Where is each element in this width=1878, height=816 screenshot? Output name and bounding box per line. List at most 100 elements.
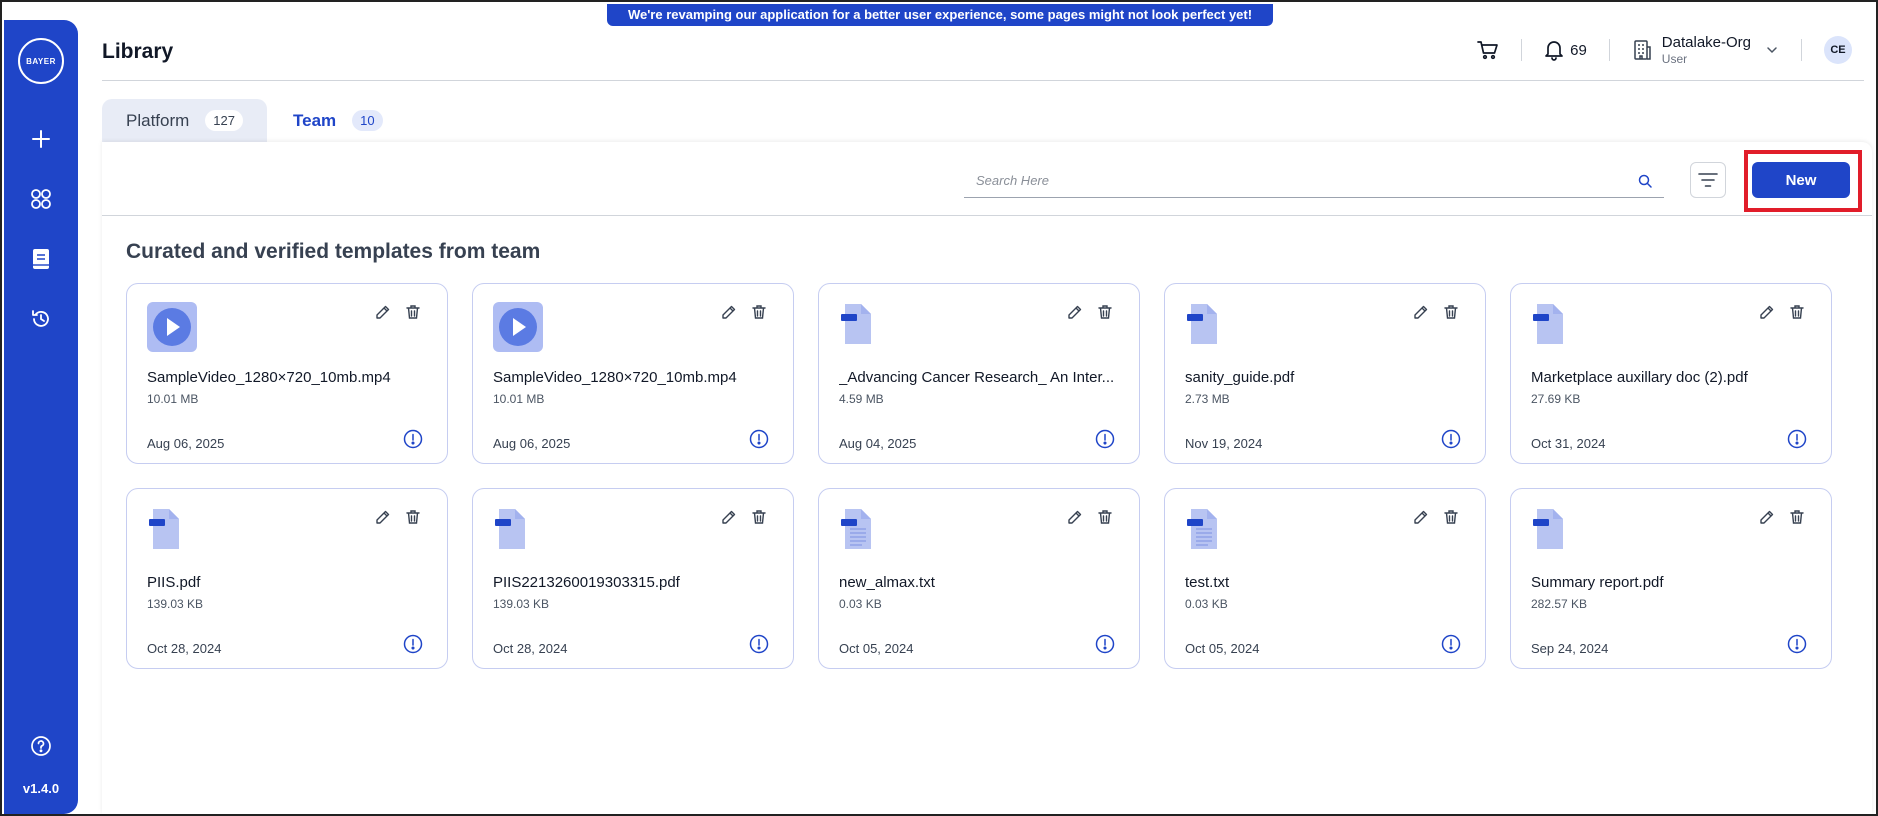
card-actions [375, 509, 421, 525]
edit-button[interactable] [375, 304, 391, 320]
file-size: 0.03 KB [1185, 597, 1228, 611]
trash-icon [1098, 305, 1112, 319]
edit-button[interactable] [375, 509, 391, 525]
info-icon [749, 429, 769, 449]
file-card[interactable]: sanity_guide.pdf 2.73 MB Nov 19, 2024 [1164, 283, 1486, 464]
history-icon [32, 310, 49, 327]
delete-button[interactable] [405, 304, 421, 320]
file-thumbnail [839, 507, 889, 557]
file-size: 2.73 MB [1185, 392, 1230, 406]
notifications-button[interactable]: 69 [1544, 39, 1587, 61]
file-card[interactable]: new_almax.txt 0.03 KB Oct 05, 2024 [818, 488, 1140, 669]
file-name: _Advancing Cancer Research_ An Inter... [839, 369, 1115, 386]
file-card[interactable]: test.txt 0.03 KB Oct 05, 2024 [1164, 488, 1486, 669]
org-switcher[interactable]: Datalake-Org User [1632, 34, 1779, 66]
delete-button[interactable] [1097, 509, 1113, 525]
delete-button[interactable] [405, 509, 421, 525]
pencil-icon [376, 510, 390, 524]
file-size: 4.59 MB [839, 392, 884, 406]
file-thumbnail [839, 302, 889, 352]
pdf-file-icon [493, 509, 527, 555]
trash-icon [1790, 305, 1804, 319]
sidebar-item-history[interactable] [25, 304, 57, 334]
trash-icon [752, 305, 766, 319]
edit-button[interactable] [1759, 509, 1775, 525]
trash-icon [1444, 510, 1458, 524]
card-actions [1759, 509, 1805, 525]
edit-button[interactable] [1067, 304, 1083, 320]
tab-label: Platform [126, 110, 190, 130]
delete-button[interactable] [1443, 304, 1459, 320]
sidebar-item-apps[interactable] [25, 184, 57, 214]
file-card[interactable]: PIIS.pdf 139.03 KB Oct 28, 2024 [126, 488, 448, 669]
info-button[interactable] [749, 634, 769, 654]
section-title: Curated and verified templates from team [126, 240, 541, 263]
org-name: Datalake-Org [1661, 34, 1751, 51]
announcement-banner: We're revamping our application for a be… [607, 4, 1273, 26]
tab-label: Team [293, 110, 337, 130]
file-size: 27.69 KB [1531, 392, 1581, 406]
delete-button[interactable] [751, 304, 767, 320]
info-button[interactable] [1441, 429, 1461, 449]
info-icon [1095, 429, 1115, 449]
info-button[interactable] [1787, 634, 1807, 654]
sidebar-item-add[interactable] [25, 124, 57, 154]
filter-button[interactable] [1690, 162, 1726, 198]
avatar[interactable]: CE [1824, 36, 1852, 64]
file-card[interactable]: SampleVideo_1280×720_10mb.mp4 10.01 MB A… [126, 283, 448, 464]
info-icon [1787, 634, 1807, 654]
tab-team[interactable]: Team 10 [269, 99, 407, 142]
bayer-logo[interactable]: BAYER [18, 38, 64, 84]
delete-button[interactable] [1443, 509, 1459, 525]
search-icon[interactable] [1638, 174, 1652, 188]
info-button[interactable] [749, 429, 769, 449]
delete-button[interactable] [1789, 509, 1805, 525]
edit-button[interactable] [1413, 304, 1429, 320]
file-name: new_almax.txt [839, 574, 935, 591]
file-name: sanity_guide.pdf [1185, 369, 1295, 386]
header-divider [102, 80, 1864, 81]
search-input[interactable] [964, 173, 1638, 188]
cart-button[interactable] [1477, 40, 1499, 60]
card-actions [1759, 304, 1805, 320]
trash-icon [1098, 510, 1112, 524]
file-name: SampleVideo_1280×720_10mb.mp4 [493, 369, 737, 386]
info-button[interactable] [1095, 634, 1115, 654]
txt-file-icon [1185, 509, 1219, 555]
file-card[interactable]: Marketplace auxillary doc (2).pdf 27.69 … [1510, 283, 1832, 464]
help-button[interactable] [25, 731, 57, 761]
file-name: PIIS.pdf [147, 574, 201, 591]
edit-button[interactable] [1759, 304, 1775, 320]
info-button[interactable] [403, 429, 423, 449]
info-button[interactable] [1095, 429, 1115, 449]
new-button[interactable]: New [1752, 162, 1850, 198]
card-actions [721, 509, 767, 525]
edit-button[interactable] [721, 304, 737, 320]
header-separator [1521, 39, 1523, 61]
file-name: Summary report.pdf [1531, 574, 1664, 591]
edit-button[interactable] [721, 509, 737, 525]
info-button[interactable] [1441, 634, 1461, 654]
bell-icon [1545, 41, 1563, 61]
sidebar-item-library[interactable] [25, 244, 57, 274]
edit-button[interactable] [1067, 509, 1083, 525]
delete-button[interactable] [1789, 304, 1805, 320]
play-icon [499, 308, 537, 346]
info-button[interactable] [403, 634, 423, 654]
info-button[interactable] [1787, 429, 1807, 449]
pencil-icon [722, 510, 736, 524]
trash-icon [1790, 510, 1804, 524]
file-date: Aug 06, 2025 [147, 436, 225, 451]
file-card[interactable]: Summary report.pdf 282.57 KB Sep 24, 202… [1510, 488, 1832, 669]
file-card[interactable]: _Advancing Cancer Research_ An Inter... … [818, 283, 1140, 464]
file-thumbnail [1531, 302, 1581, 352]
file-card[interactable]: PIIS2213260019303315.pdf 139.03 KB Oct 2… [472, 488, 794, 669]
play-icon [153, 308, 191, 346]
edit-button[interactable] [1413, 509, 1429, 525]
tab-platform[interactable]: Platform 127 [102, 99, 267, 142]
delete-button[interactable] [751, 509, 767, 525]
delete-button[interactable] [1097, 304, 1113, 320]
card-actions [721, 304, 767, 320]
file-card[interactable]: SampleVideo_1280×720_10mb.mp4 10.01 MB A… [472, 283, 794, 464]
search-bar [964, 164, 1664, 198]
